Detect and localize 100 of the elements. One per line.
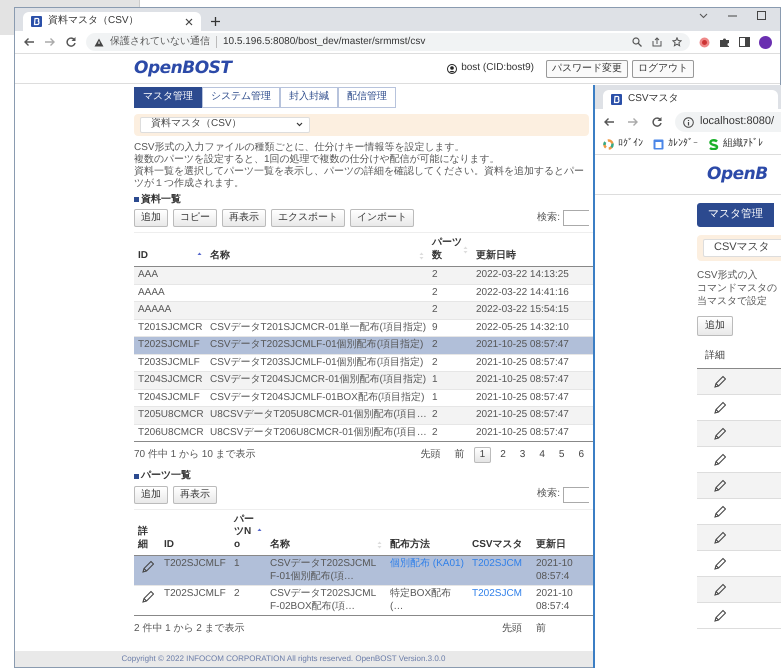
table-row[interactable]: T202SJCMLF CSVデータT202SJCMLF-01個別配布(項目指定) 2 2021-10-25 08:57:47 bbox=[134, 336, 594, 354]
column-header[interactable]: 名称 bbox=[210, 250, 230, 262]
csv-master-link[interactable]: T202SJCM bbox=[472, 588, 522, 599]
column-header[interactable]: 配布方法 bbox=[390, 538, 430, 551]
toolbar-button[interactable]: エクスポート bbox=[271, 209, 345, 227]
nav-tab[interactable]: 配信管理 bbox=[338, 87, 396, 108]
user-icon bbox=[447, 64, 458, 74]
nav-tab[interactable]: 封入封緘 bbox=[280, 87, 338, 108]
share-icon[interactable] bbox=[652, 37, 662, 47]
description-text: コマンドマスタの bbox=[697, 282, 778, 295]
puzzle-icon[interactable] bbox=[719, 36, 730, 48]
pager-link[interactable]: 先頭 bbox=[416, 448, 446, 462]
edit-icon[interactable] bbox=[713, 583, 726, 596]
add-button[interactable]: 追加 bbox=[697, 316, 733, 336]
user-name: bost (CID:bost9) bbox=[461, 62, 534, 75]
toolbar-button[interactable]: インポート bbox=[350, 209, 414, 227]
table-row[interactable]: T204SJCMCR CSVデータT204SJCMCR-01個別配布(項目指定) 1 2021-10-25 08:57:47 bbox=[134, 372, 594, 389]
edit-icon[interactable] bbox=[713, 531, 726, 544]
bookmark[interactable]: 組織ｱﾄﾞﾚ bbox=[708, 138, 763, 151]
table-cell: T204SJCMLF bbox=[138, 392, 200, 402]
browser-tab[interactable]: CSVマスタ bbox=[603, 90, 778, 109]
search-field[interactable] bbox=[563, 210, 589, 226]
toolbar-button[interactable]: コピー bbox=[173, 209, 217, 227]
description-text: CSV形式の入力ファイルの種類ごとに、仕分けキー情報等を設定します。 bbox=[134, 142, 466, 154]
edit-icon[interactable] bbox=[713, 557, 726, 570]
column-header[interactable]: パーツNo bbox=[234, 514, 257, 551]
pager-link[interactable]: 前 bbox=[531, 622, 551, 636]
column-header[interactable]: 詳細 bbox=[138, 526, 149, 551]
column-header[interactable]: 更新日 bbox=[536, 538, 566, 551]
column-header[interactable]: ID bbox=[138, 250, 148, 262]
search-field[interactable] bbox=[563, 486, 589, 502]
edit-icon[interactable] bbox=[713, 427, 726, 440]
nav-tab[interactable]: マスタ管理 bbox=[697, 203, 774, 227]
edit-icon[interactable] bbox=[713, 505, 726, 518]
nav-tab[interactable]: システム管理 bbox=[202, 87, 280, 108]
nav-tab[interactable]: マスタ管理 bbox=[134, 87, 202, 108]
edit-icon[interactable] bbox=[713, 375, 726, 388]
table-row[interactable]: T205U8CMCR U8CSVデータT205U8CMCR-01個別配布(項目… 2 2021-10-25 08:57:47 bbox=[134, 406, 594, 424]
search-label: 検索: bbox=[537, 488, 560, 501]
table-cell: 2022-03-22 15:54:15 bbox=[476, 304, 569, 315]
column-header[interactable]: 更新日時 bbox=[476, 250, 516, 262]
header-button[interactable]: ログアウト bbox=[632, 60, 694, 78]
zoom-icon[interactable] bbox=[632, 37, 642, 47]
column-header[interactable]: ID bbox=[164, 538, 174, 551]
edit-icon[interactable] bbox=[140, 590, 154, 603]
b-logo-icon bbox=[611, 94, 622, 105]
sidebar-icon[interactable] bbox=[739, 37, 750, 47]
new-tab-icon[interactable] bbox=[210, 17, 220, 26]
column-header[interactable]: パーツ数 bbox=[432, 237, 463, 262]
page-button[interactable]: 4 bbox=[534, 448, 550, 462]
maximize-icon[interactable] bbox=[757, 11, 766, 20]
page-button[interactable]: 6 bbox=[573, 448, 589, 462]
table-row[interactable]: T206U8CMCR U8CSVデータT206U8CMCR-01個別配布(項目… 2 2021-10-25 08:57:47 bbox=[134, 424, 594, 442]
star-icon[interactable] bbox=[672, 37, 682, 47]
pager-link[interactable]: 前 bbox=[450, 448, 470, 462]
address-bar[interactable]: localhost:8080/ bbox=[675, 112, 781, 132]
page-button[interactable]: 2 bbox=[495, 448, 511, 462]
footer-text: Copyright © 2022 INFOCOM CORPORATION All rights reserved. OpenBOST Version.3.0.0 bbox=[122, 654, 446, 663]
extension-icon[interactable] bbox=[699, 36, 710, 48]
page-button[interactable]: 3 bbox=[514, 448, 530, 462]
header-button[interactable]: パスワード変更 bbox=[546, 60, 628, 78]
chevron-down-icon bbox=[296, 122, 303, 127]
edit-icon[interactable] bbox=[713, 401, 726, 414]
ring-icon bbox=[603, 139, 614, 150]
table-cell: T202SJCMLF bbox=[164, 558, 226, 569]
page-button[interactable]: 1 bbox=[474, 446, 492, 464]
edit-icon[interactable] bbox=[713, 453, 726, 466]
minimize-icon[interactable] bbox=[728, 14, 737, 16]
table-row[interactable]: AAA 2 2022-03-22 14:13:25 bbox=[134, 266, 594, 284]
column-header[interactable]: CSVマスタ bbox=[472, 538, 523, 551]
back-icon[interactable] bbox=[603, 116, 615, 128]
bookmark[interactable]: ｶﾚﾝﾀﾞｰ bbox=[653, 138, 698, 151]
master-select[interactable]: CSVマスタ bbox=[703, 238, 781, 257]
toolbar-button[interactable]: 追加 bbox=[134, 486, 168, 504]
address-bar[interactable]: 保護されていない通信 10.5.196.5:8080/bost_dev/master/srmmst/csv bbox=[86, 33, 690, 51]
reload-icon[interactable] bbox=[65, 36, 77, 48]
master-select[interactable]: 資料マスタ（CSV） bbox=[140, 116, 310, 132]
table-cell: CSVデータT204SJCMCR-01個別配布(項目指定) bbox=[210, 374, 426, 385]
edit-icon[interactable] bbox=[713, 609, 726, 622]
close-icon[interactable] bbox=[184, 18, 193, 26]
toolbar-button[interactable]: 再表示 bbox=[173, 486, 217, 504]
page-button[interactable]: 5 bbox=[554, 448, 570, 462]
description-text: CSV形式の入 bbox=[697, 268, 759, 282]
toolbar-button[interactable]: 追加 bbox=[134, 209, 168, 227]
edit-icon[interactable] bbox=[713, 479, 726, 492]
column-header[interactable]: 名称 bbox=[270, 538, 290, 551]
browser-tab[interactable]: 資料マスタ（CSV） bbox=[23, 12, 201, 31]
table-cell: U8CSVデータT205U8CMCR-01個別配布(項目… bbox=[210, 409, 427, 420]
pager-link[interactable]: 先頭 bbox=[497, 622, 527, 636]
toolbar-button[interactable]: 再表示 bbox=[222, 209, 266, 227]
avatar-icon[interactable] bbox=[759, 36, 772, 48]
table-cell: T205U8CMCR bbox=[138, 409, 204, 420]
reload-icon[interactable] bbox=[651, 116, 663, 128]
table-row[interactable]: T202SJCMLF 1 CSVデータT202SJCMLF-01個別配布(項… 個別配布 (KA01) T202SJCM 2021-10 08:57:4 bbox=[134, 556, 594, 586]
back-icon[interactable] bbox=[23, 36, 35, 48]
table-row[interactable]: AAAAA 2 2022-03-22 15:54:15 bbox=[134, 302, 594, 319]
edit-icon[interactable] bbox=[140, 560, 154, 573]
column-header[interactable]: 詳細 bbox=[705, 350, 725, 361]
chevron-down-icon[interactable] bbox=[699, 12, 708, 18]
bookmark[interactable]: ﾛｸﾞｲﾝ bbox=[603, 138, 643, 151]
